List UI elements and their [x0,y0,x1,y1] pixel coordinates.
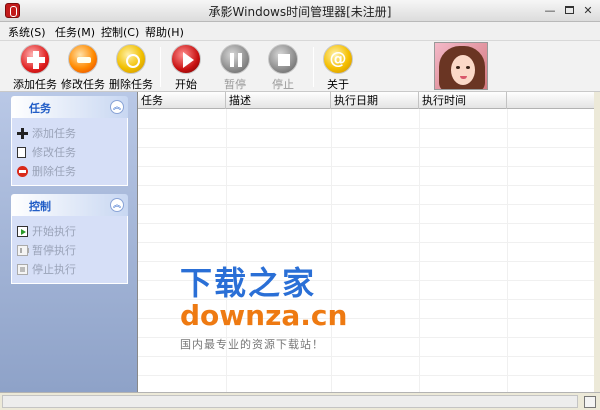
table-gridline [138,147,594,148]
pause-icon [17,245,29,256]
about-label: 关于 [327,78,349,91]
watermark-slogan: 国内最专业的资源下载站！ [180,338,324,351]
task-group: 任务 ︽ 添加任务 修改任务 删除任务 [11,96,128,186]
column-header-description[interactable]: 描述 [226,92,331,109]
table-gridline [507,109,508,392]
edit-document-icon [17,147,26,158]
pause-icon [220,44,250,74]
delete-task-label: 删除任务 [109,78,153,91]
about-button[interactable]: @ 关于 [315,44,361,91]
sidebar-item-label: 添加任务 [32,127,76,140]
menu-bar: 系统(S) 任务(M) 控制(C) 帮助(H) [0,22,600,40]
table-gridline [138,128,594,129]
watermark: 下载之家 downza.cn 国内最专业的资源下载站！ [180,266,380,352]
minimize-button[interactable]: — [542,3,558,18]
maximize-icon [564,6,574,14]
window-title: 承影Windows时间管理器[未注册] [208,5,392,19]
table-gridline [138,261,594,262]
close-button[interactable]: ✕ [580,3,596,18]
sidebar-item-label: 删除任务 [32,165,76,178]
menu-control[interactable]: 控制(C) [101,24,139,40]
task-group-title: 任务 [29,102,51,115]
table-gridline [138,204,594,205]
sidebar: 任务 ︽ 添加任务 修改任务 删除任务 控制 ︽ 开始执行 暂停执行 停止执行 [0,92,137,392]
table-gridline [138,166,594,167]
edit-icon [68,44,98,74]
control-group-title: 控制 [29,200,51,213]
menu-system[interactable]: 系统(S) [8,24,46,40]
control-group-header[interactable]: 控制 ︽ [11,194,128,216]
column-header-time[interactable]: 执行时间 [419,92,507,109]
menu-task[interactable]: 任务(M) [55,24,95,40]
column-header-date[interactable]: 执行日期 [331,92,419,109]
remove-circle-icon [17,166,28,177]
table-gridline [138,242,594,243]
sidebar-item-delete-task[interactable]: 删除任务 [12,162,127,181]
edit-task-label: 修改任务 [61,78,105,91]
table-gridline [138,223,594,224]
sidebar-item-label: 暂停执行 [32,244,76,257]
add-icon [20,44,50,74]
table-gridline [138,356,594,357]
table-gridline [138,185,594,186]
sidebar-item-start[interactable]: 开始执行 [12,222,127,241]
add-task-button[interactable]: 添加任务 [12,44,58,91]
toolbar: 添加任务 修改任务 删除任务 开始 暂停 停止 @ 关于 [0,40,600,92]
start-label: 开始 [175,78,197,91]
about-icon: @ [323,44,353,74]
table-header: 任务 描述 执行日期 执行时间 [138,92,594,109]
stop-button[interactable]: 停止 [260,44,306,91]
sidebar-item-label: 开始执行 [32,225,76,238]
column-header-task[interactable]: 任务 [138,92,226,109]
sidebar-item-stop[interactable]: 停止执行 [12,260,127,279]
collapse-chevron-icon[interactable]: ︽ [110,100,124,114]
resize-grip-icon[interactable] [584,396,596,408]
menu-help[interactable]: 帮助(H) [145,24,184,40]
watermark-domain: downza.cn [180,299,348,332]
sidebar-item-edit-task[interactable]: 修改任务 [12,143,127,162]
sidebar-item-label: 修改任务 [32,146,76,159]
maximize-button[interactable] [561,3,577,18]
play-icon [171,44,201,74]
delete-task-button[interactable]: 删除任务 [108,44,154,91]
table-gridline [419,109,420,392]
task-group-body: 添加任务 修改任务 删除任务 [11,118,128,186]
task-group-header[interactable]: 任务 ︽ [11,96,128,118]
control-group-body: 开始执行 暂停执行 停止执行 [11,216,128,284]
stop-label: 停止 [272,78,294,91]
plus-icon [17,128,28,139]
window-border [594,92,600,392]
status-pane [2,395,578,408]
avatar [434,42,488,90]
stop-icon [268,44,298,74]
collapse-chevron-icon[interactable]: ︽ [110,198,124,212]
start-button[interactable]: 开始 [163,44,209,91]
pause-button[interactable]: 暂停 [212,44,258,91]
play-icon [17,226,28,237]
sidebar-item-label: 停止执行 [32,263,76,276]
control-group: 控制 ︽ 开始执行 暂停执行 停止执行 [11,194,128,284]
toolbar-separator [160,47,161,87]
delete-icon [116,44,146,74]
status-bar [0,392,600,410]
pause-label: 暂停 [224,78,246,91]
toolbar-separator [313,47,314,87]
add-task-label: 添加任务 [13,78,57,91]
table-gridline [138,375,594,376]
title-bar: 承影Windows时间管理器[未注册] — ✕ [0,0,600,22]
sidebar-item-add-task[interactable]: 添加任务 [12,124,127,143]
watermark-title: 下载之家 [180,264,317,302]
sidebar-item-pause[interactable]: 暂停执行 [12,241,127,260]
edit-task-button[interactable]: 修改任务 [60,44,106,91]
stop-icon [17,264,28,275]
